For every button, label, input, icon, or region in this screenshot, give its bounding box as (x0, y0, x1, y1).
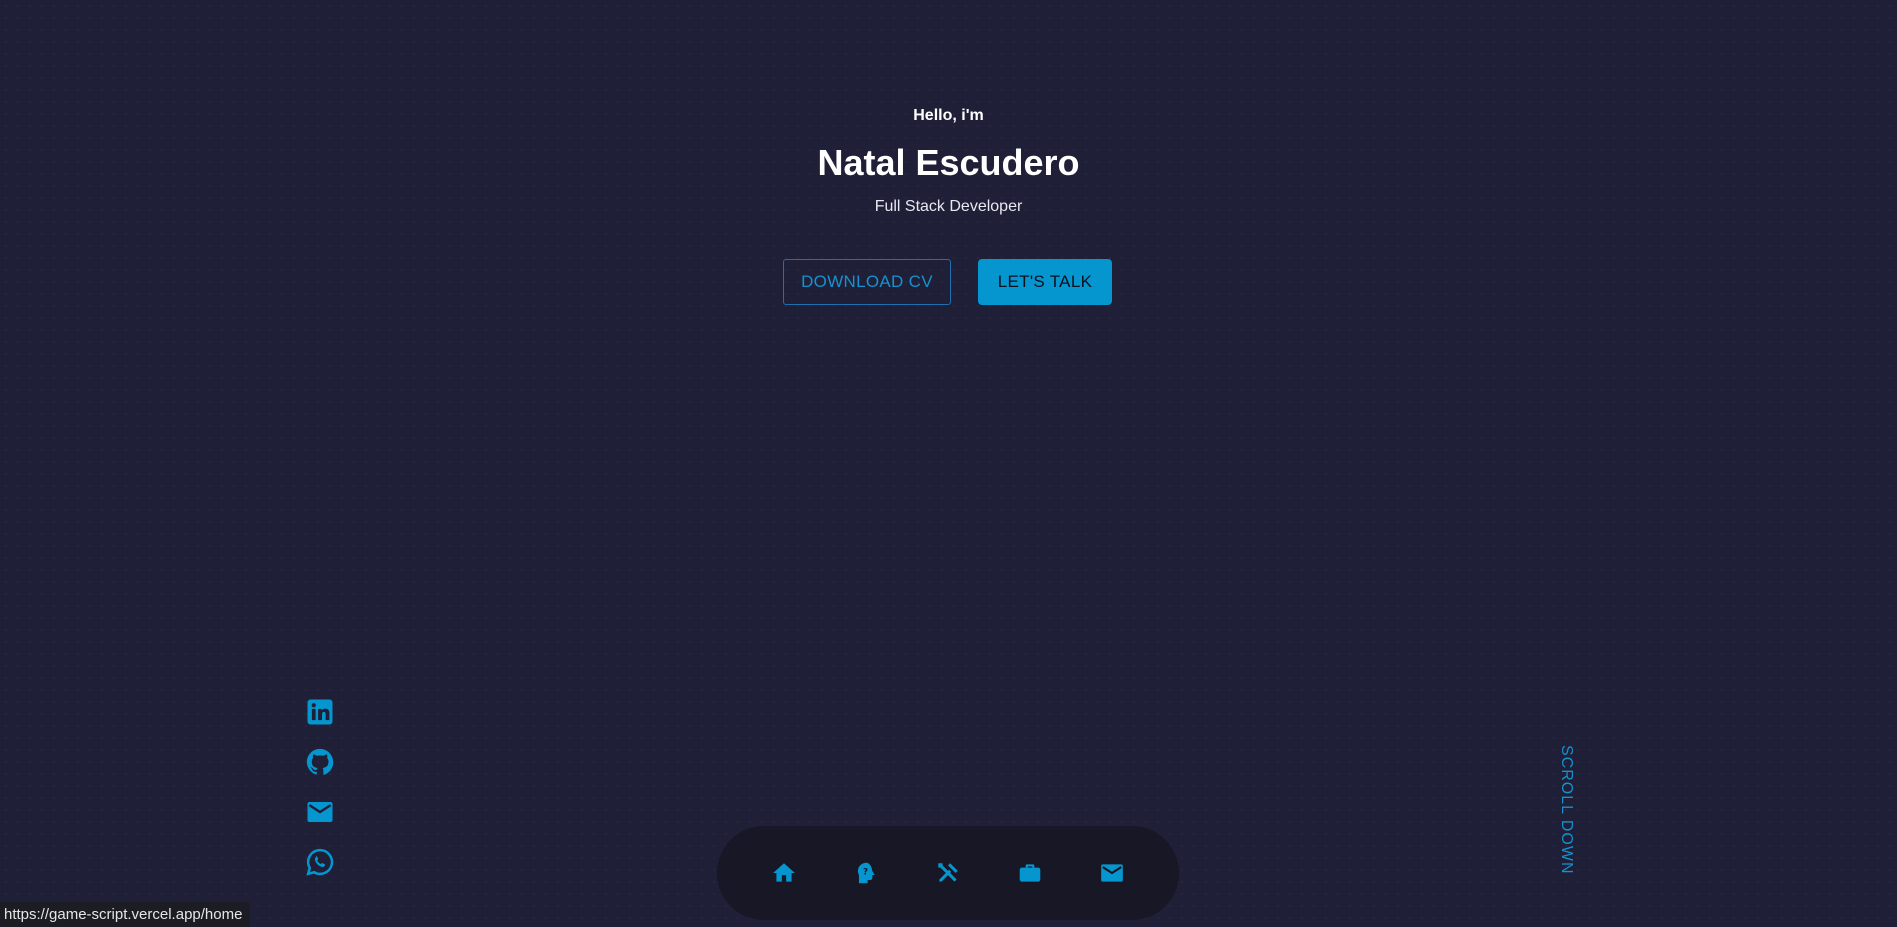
nav-about[interactable]: ? (825, 849, 907, 897)
github-link[interactable] (305, 747, 335, 777)
nav-contact[interactable] (1071, 849, 1153, 897)
mail-icon (307, 802, 333, 822)
mail-icon (1101, 864, 1123, 882)
linkedin-link[interactable] (305, 697, 335, 727)
nav-portfolio[interactable] (989, 849, 1071, 897)
nav-home[interactable] (743, 849, 825, 897)
status-bar-url: https://game-script.vercel.app/home (0, 902, 251, 927)
email-link[interactable] (305, 797, 335, 827)
linkedin-icon (307, 699, 333, 725)
about-icon: ? (857, 862, 875, 884)
bottom-nav: ? (717, 826, 1179, 920)
home-icon (773, 863, 795, 882)
github-icon (306, 748, 334, 775)
svg-text:?: ? (863, 868, 868, 878)
whatsapp-link[interactable] (305, 847, 335, 877)
social-links (305, 697, 335, 897)
role-subtitle: Full Stack Developer (874, 198, 1023, 215)
whatsapp-icon (306, 848, 334, 876)
lets-talk-button[interactable]: LET'S TALK (978, 259, 1112, 305)
greeting-text: Hello, i'm (913, 107, 984, 124)
download-cv-button[interactable]: DOWNLOAD CV (783, 259, 951, 305)
tools-icon (938, 863, 958, 882)
page-title: Natal Escudero (817, 142, 1080, 183)
nav-skills[interactable] (907, 849, 989, 897)
briefcase-icon (1019, 864, 1041, 882)
scroll-down-link[interactable]: SCROLL DOWN (1557, 745, 1575, 875)
